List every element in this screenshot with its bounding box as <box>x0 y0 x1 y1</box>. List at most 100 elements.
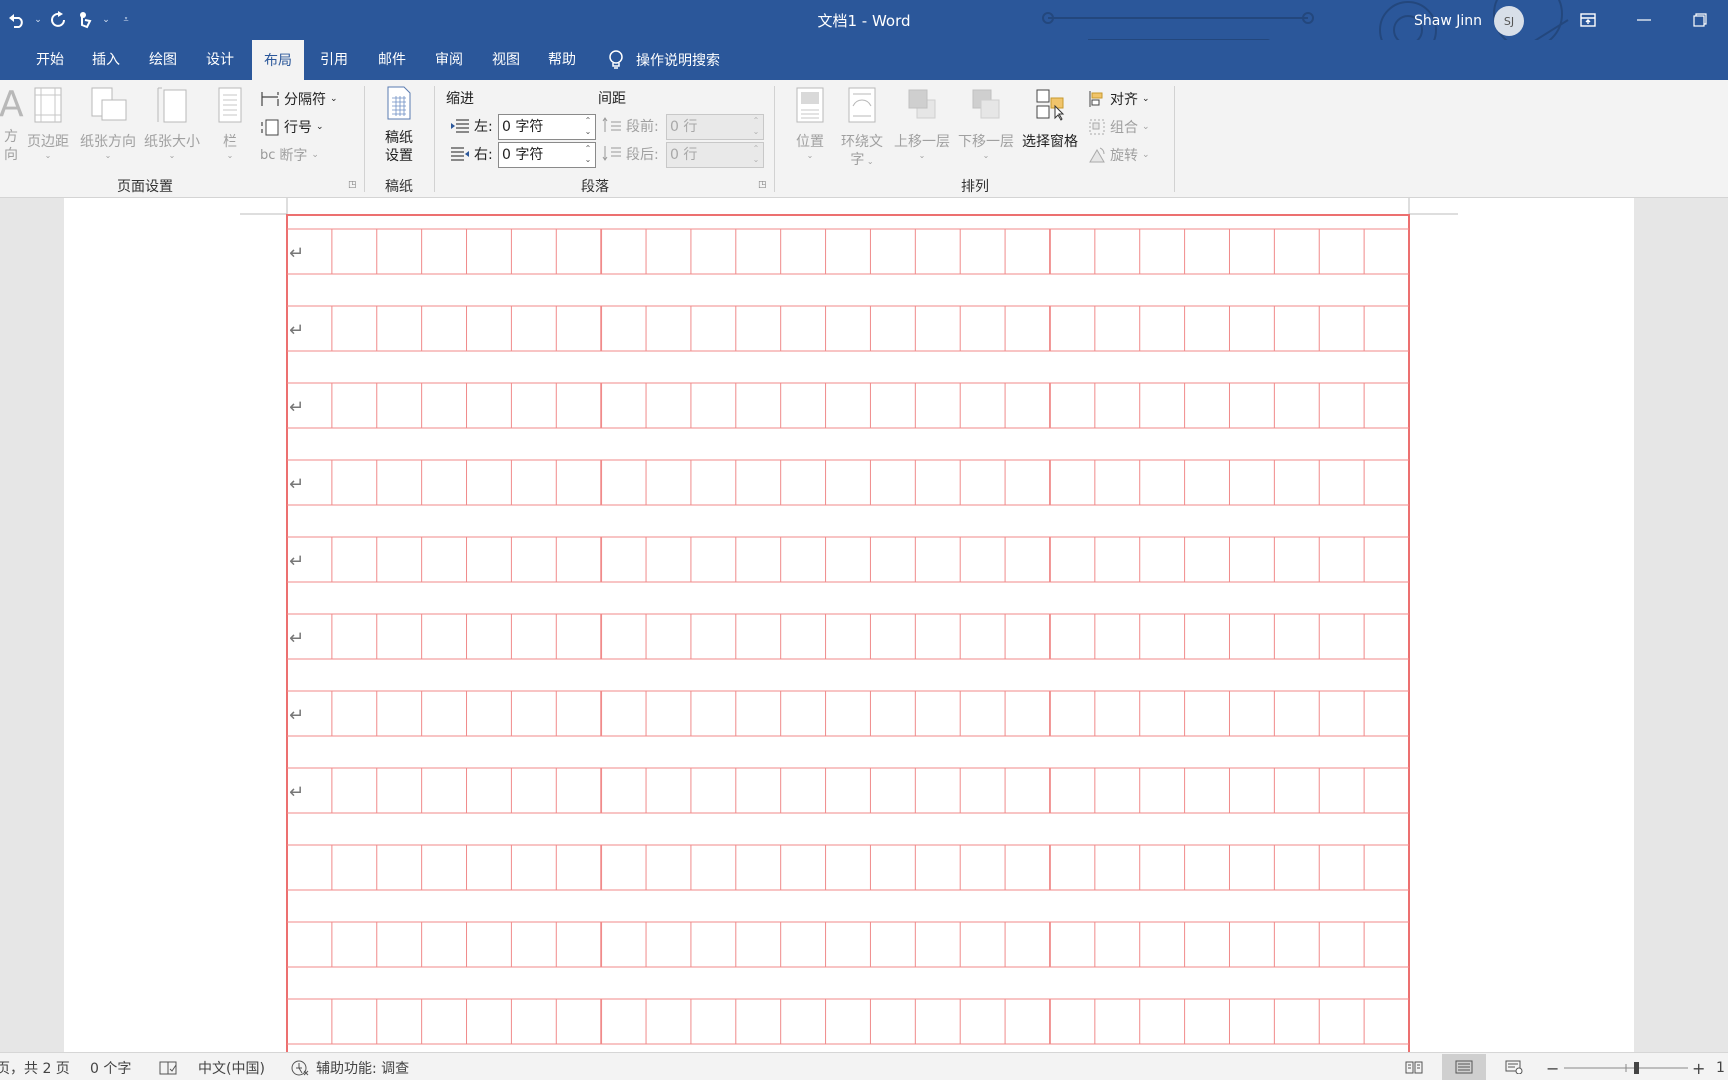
manuscript-label-1: 稿纸 <box>385 130 413 146</box>
columns-label: 栏 <box>223 134 237 150</box>
text-direction-label: 方向 <box>4 129 18 163</box>
indent-left-spinner[interactable]: 0 字符 ⌃ ⌄ <box>498 114 596 140</box>
tab-home[interactable]: 开始 <box>24 40 76 80</box>
wrap-text-label-1: 环绕文 <box>841 134 883 150</box>
bring-forward-button[interactable]: 上移一层 ⌄ <box>890 86 954 161</box>
manuscript-label-2: 设置 <box>385 148 413 164</box>
tab-layout[interactable]: 布局 <box>252 40 304 80</box>
tell-me-text: 操作说明搜索 <box>636 53 720 69</box>
line-numbers-label: 行号 <box>284 120 312 136</box>
lightbulb-icon <box>609 50 623 69</box>
spacing-title: 间距 <box>598 91 626 107</box>
columns-button[interactable]: 栏 ⌄ <box>212 86 248 161</box>
spinner-arrows-icon[interactable]: ⌃ ⌄ <box>751 115 761 139</box>
undo-dropdown-icon[interactable]: ⌄ <box>32 15 44 25</box>
tab-mailings[interactable]: 邮件 <box>366 40 418 80</box>
indent-right-spinner[interactable]: 0 字符 ⌃ ⌄ <box>498 142 596 168</box>
tab-insert[interactable]: 插入 <box>80 40 132 80</box>
hyphenation-label: 断字 <box>279 148 308 164</box>
align-label: 对齐 <box>1110 92 1138 108</box>
restore-icon[interactable] <box>1672 0 1728 40</box>
selection-pane-button[interactable]: 选择窗格 <box>1018 86 1082 151</box>
ribbon-tabs: 开始 插入 绘图 设计 布局 引用 邮件 审阅 视图 帮助 操作说明搜索 <box>0 40 1728 80</box>
user-name: Shaw Jinn <box>1414 13 1483 29</box>
paper-size-icon <box>157 87 187 123</box>
language-indicator[interactable]: 中文(中国) <box>198 1058 265 1078</box>
page-setup-launcher-icon[interactable]: ◳ <box>348 180 357 190</box>
undo-icon[interactable] <box>6 8 28 32</box>
tab-design[interactable]: 设计 <box>194 40 246 80</box>
tab-help[interactable]: 帮助 <box>536 40 588 80</box>
spinner-arrows-icon[interactable]: ⌃ ⌄ <box>583 115 593 139</box>
tab-review[interactable]: 审阅 <box>423 40 475 80</box>
read-mode-button[interactable] <box>1392 1054 1436 1080</box>
zoom-slider[interactable] <box>1564 1058 1688 1078</box>
page-indicator[interactable]: 页，共 2 页 <box>0 1058 70 1078</box>
manuscript-settings-button[interactable]: 稿纸 设置 <box>374 86 424 165</box>
orientation-button[interactable]: 纸张方向 ⌄ <box>76 86 140 161</box>
text-direction-icon: A <box>0 84 24 125</box>
wrap-text-icon <box>848 87 876 123</box>
spacing-after-icon <box>602 146 621 161</box>
line-numbers-button[interactable]: 行号 ⌄ <box>260 114 324 140</box>
send-backward-button[interactable]: 下移一层 ⌄ <box>954 86 1018 161</box>
manuscript-icon <box>387 86 411 120</box>
user-account[interactable]: Shaw Jinn SJ <box>1414 6 1525 36</box>
size-button[interactable]: 纸张大小 ⌄ <box>140 86 204 161</box>
position-icon <box>796 87 824 123</box>
margins-button[interactable]: 页边距 ⌄ <box>22 86 74 161</box>
text-direction-button[interactable]: A 方向 <box>0 84 24 164</box>
rotate-button[interactable]: 旋转 ⌄ <box>1088 142 1150 168</box>
proofing-icon[interactable] <box>158 1058 178 1078</box>
spacing-after-label: 段后: <box>626 147 659 163</box>
zoom-level[interactable]: 1 <box>1716 1058 1725 1078</box>
web-layout-button[interactable] <box>1492 1054 1536 1080</box>
orientation-label: 纸张方向 <box>80 134 136 150</box>
touch-mode-dropdown-icon[interactable]: ⌄ <box>100 15 112 25</box>
web-layout-icon <box>1505 1060 1523 1074</box>
zoom-in-button[interactable]: + <box>1692 1058 1705 1078</box>
minimize-icon[interactable] <box>1616 0 1672 40</box>
group-button[interactable]: 组合 ⌄ <box>1088 114 1150 140</box>
ribbon-display-options-icon[interactable] <box>1560 0 1616 40</box>
customize-qat-icon[interactable]: ⩡ <box>116 15 136 25</box>
grid-border <box>286 214 1410 1052</box>
redo-icon[interactable] <box>48 8 70 32</box>
paragraph-mark: ↵ <box>289 628 304 649</box>
manuscript-grid: ↵ ↵ ↵ ↵ ↵ ↵ ↵ ↵ <box>240 198 1458 1052</box>
touch-mode-icon[interactable] <box>74 8 96 32</box>
indent-right-label: 右: <box>474 147 493 163</box>
accessibility-checker[interactable]: 辅助功能: 调查 <box>290 1058 409 1078</box>
align-button[interactable]: 对齐 ⌄ <box>1088 86 1150 112</box>
spacing-before-label: 段前: <box>626 119 659 135</box>
spinner-arrows-icon[interactable]: ⌃ ⌄ <box>583 143 593 167</box>
status-bar: 页，共 2 页 0 个字 中文(中国) 辅助功能: 调查 − + 1 <box>0 1052 1728 1080</box>
print-layout-button[interactable] <box>1442 1054 1486 1080</box>
group-label: 组合 <box>1110 120 1138 136</box>
position-button[interactable]: 位置 ⌄ <box>786 86 834 161</box>
breaks-button[interactable]: 分隔符 ⌄ <box>260 86 338 112</box>
breaks-icon <box>261 92 279 106</box>
tab-references[interactable]: 引用 <box>308 40 360 80</box>
word-count[interactable]: 0 个字 <box>90 1058 131 1078</box>
paragraph-mark: ↵ <box>289 705 304 726</box>
spinner-arrows-icon[interactable]: ⌃ ⌄ <box>751 143 761 167</box>
tab-draw[interactable]: 绘图 <box>137 40 189 80</box>
spacing-before-spinner[interactable]: 0 行 ⌃ ⌄ <box>666 114 764 140</box>
print-layout-icon <box>1455 1060 1473 1074</box>
columns-icon <box>218 87 242 123</box>
selection-pane-label: 选择窗格 <box>1022 134 1078 150</box>
zoom-out-button[interactable]: − <box>1546 1058 1559 1078</box>
margins-label: 页边距 <box>27 134 69 150</box>
paragraph-launcher-icon[interactable]: ◳ <box>758 180 767 190</box>
indent-left-icon <box>451 119 469 133</box>
wrap-text-button[interactable]: 环绕文 字 ⌄ <box>836 86 888 171</box>
orientation-icon <box>91 87 127 121</box>
hyphenation-button[interactable]: bc 断字 ⌄ <box>260 142 319 168</box>
ribbon-layout: A 方向 页边距 ⌄ 纸张方向 ⌄ 纸张大小 ⌄ 栏 ⌄ 分隔符 ⌄ 行号 ⌄ bc… <box>0 80 1728 198</box>
spacing-after-spinner[interactable]: 0 行 ⌃ ⌄ <box>666 142 764 168</box>
tab-file-partial[interactable] <box>0 40 4 80</box>
tell-me-search[interactable]: 操作说明搜索 <box>608 40 720 80</box>
tab-view[interactable]: 视图 <box>480 40 532 80</box>
read-mode-icon <box>1405 1061 1423 1074</box>
